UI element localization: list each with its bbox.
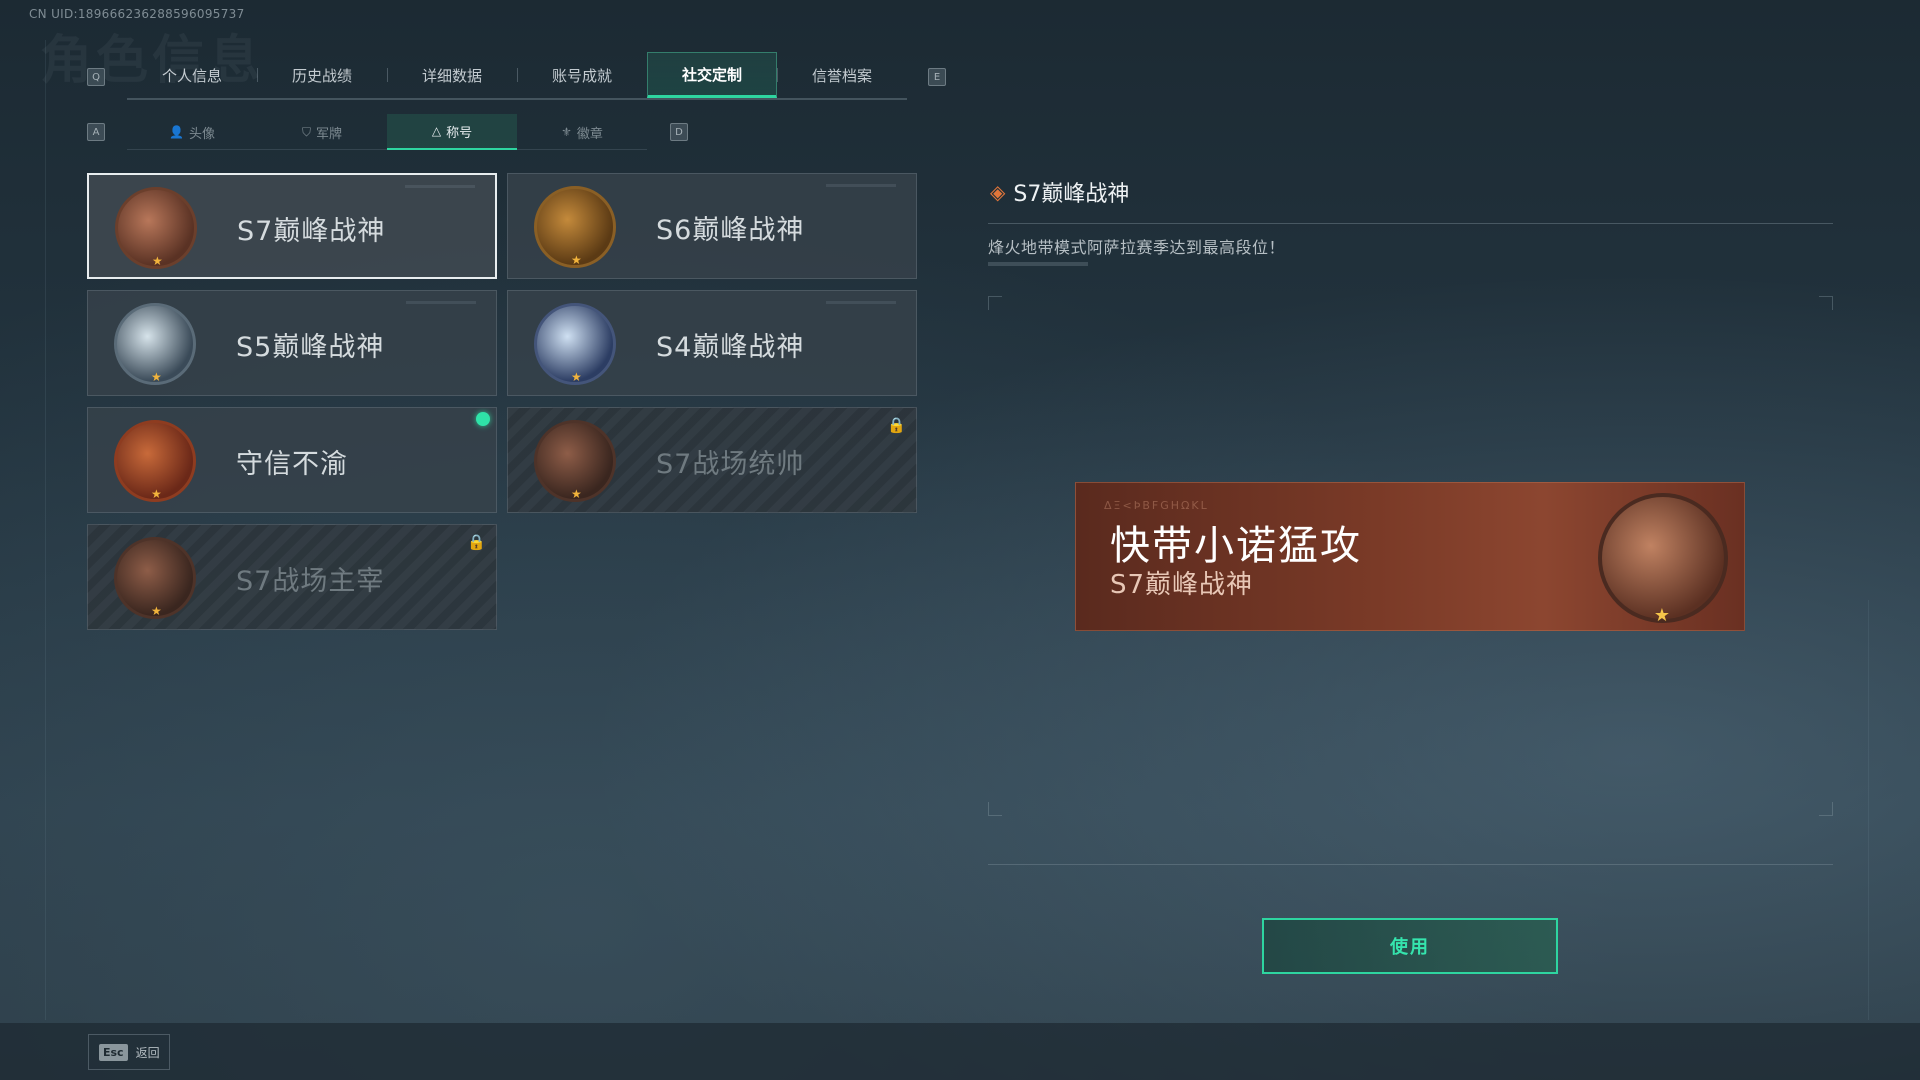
title-card-name: S4巅峰战神 — [656, 332, 805, 363]
helmet-badge-icon: ★ — [534, 303, 616, 385]
title-preview-banner: ΔΞ<ÞΒFGHΩΚL 快带小诺猛攻 S7巅峰战神 ★ — [1075, 482, 1745, 631]
detail-divider — [988, 223, 1833, 224]
title-card-name: S7巅峰战神 — [237, 216, 386, 247]
subtab-dogtag[interactable]: ⛉ 军牌 — [257, 114, 387, 150]
tab-detailed-data[interactable]: 详细数据 — [387, 52, 517, 98]
main-tabs: 个人信息 历史战绩 详细数据 账号成就 社交定制 信誉档案 — [127, 52, 907, 100]
lock-icon: 🔒 — [467, 533, 486, 551]
tab-personal-info[interactable]: 个人信息 — [127, 52, 257, 98]
diamond-icon: ◈ — [990, 180, 1006, 204]
star-icon: ★ — [571, 253, 582, 267]
detail-bottom-divider — [988, 864, 1833, 865]
decor-line-right — [1868, 600, 1869, 1020]
subtab-avatar-label: 头像 — [188, 126, 215, 142]
tab-achievements[interactable]: 账号成就 — [517, 52, 647, 98]
skull-mask-badge-icon: ★ — [114, 303, 196, 385]
star-icon: ★ — [1653, 605, 1670, 626]
card-decor — [826, 184, 896, 187]
detail-title-text: S7巅峰战神 — [1013, 182, 1130, 207]
title-card-name: S5巅峰战神 — [236, 332, 385, 363]
lock-icon: 🔒 — [887, 416, 906, 434]
gun-badge-icon — [1598, 493, 1728, 623]
preview-title: S7巅峰战神 — [1110, 570, 1254, 600]
tab-match-history[interactable]: 历史战绩 — [257, 52, 387, 98]
back-label: 返回 — [135, 1045, 160, 1060]
title-card-s5-peak[interactable]: ★ S5巅峰战神 — [87, 290, 497, 396]
star-icon: ★ — [151, 487, 162, 501]
subtab-next-key-hint[interactable]: D — [670, 123, 688, 141]
detail-decor-bar — [988, 262, 1088, 266]
triangle-icon: △ — [431, 124, 442, 138]
vehicle-badge-icon: ★ — [534, 420, 616, 502]
subtab-dogtag-label: 军牌 — [316, 126, 343, 142]
star-icon: ★ — [151, 370, 162, 384]
frame-corner — [988, 802, 1002, 816]
subtab-prev-key-hint[interactable]: A — [87, 123, 105, 141]
subtab-emblem[interactable]: ⚜ 徽章 — [517, 114, 647, 150]
card-decor — [406, 301, 476, 304]
soldier-badge-icon: ★ — [114, 537, 196, 619]
tab-prev-key-hint[interactable]: Q — [87, 68, 105, 86]
esc-key-hint: Esc — [99, 1043, 128, 1061]
t-emblem-badge-icon: ★ — [534, 186, 616, 268]
equipped-indicator — [476, 412, 490, 426]
detail-description: 烽火地带模式阿萨拉赛季达到最高段位！ — [988, 238, 1286, 257]
star-icon: ★ — [151, 604, 162, 618]
title-card-s6-peak[interactable]: ★ S6巅峰战神 — [507, 173, 917, 279]
frame-corner — [988, 296, 1002, 310]
decor-line-left — [45, 40, 46, 1020]
title-card-name: 守信不渝 — [236, 449, 348, 480]
card-decor — [826, 301, 896, 304]
preview-player-name: 快带小诺猛攻 — [1110, 523, 1362, 569]
preview-glyphs: ΔΞ<ÞΒFGHΩΚL — [1104, 499, 1209, 512]
gun-badge-icon: ★ — [115, 187, 197, 269]
subtab-title[interactable]: △ 称号 — [387, 114, 517, 150]
subtab-emblem-label: 徽章 — [576, 126, 603, 142]
frame-corner — [1819, 802, 1833, 816]
title-card-s7-peak[interactable]: ★ S7巅峰战神 — [87, 173, 497, 279]
back-button[interactable]: Esc 返回 — [88, 1034, 170, 1070]
star-icon: ★ — [571, 487, 582, 501]
title-card-s7-commander[interactable]: 🔒 ★ S7战场统帅 — [507, 407, 917, 513]
scales-badge-icon: ★ — [114, 420, 196, 502]
person-icon: 👤 — [169, 125, 184, 139]
title-card-name: S7战场统帅 — [656, 449, 805, 480]
detail-title: ◈ S7巅峰战神 — [990, 176, 1129, 208]
emblem-icon: ⚜ — [561, 125, 572, 139]
dogtag-icon: ⛉ — [301, 124, 311, 139]
star-icon: ★ — [571, 370, 582, 384]
subtab-title-label: 称号 — [446, 125, 473, 141]
footer-bar — [0, 1023, 1920, 1080]
tab-next-key-hint[interactable]: E — [928, 68, 946, 86]
sub-tabs: 👤 头像 ⛉ 军牌 △ 称号 ⚜ 徽章 — [127, 114, 647, 150]
title-card-s4-peak[interactable]: ★ S4巅峰战神 — [507, 290, 917, 396]
use-button[interactable]: 使用 — [1262, 918, 1558, 974]
title-card-s7-dominator[interactable]: 🔒 ★ S7战场主宰 — [87, 524, 497, 630]
title-card-name: S6巅峰战神 — [656, 215, 805, 246]
subtab-avatar[interactable]: 👤 头像 — [127, 114, 257, 150]
tab-reputation[interactable]: 信誉档案 — [777, 52, 907, 98]
frame-corner — [1819, 296, 1833, 310]
title-card-trustworthy[interactable]: ★ 守信不渝 — [87, 407, 497, 513]
tab-social-customization[interactable]: 社交定制 — [647, 52, 777, 98]
star-icon: ★ — [152, 254, 163, 268]
card-decor — [405, 185, 475, 188]
title-card-name: S7战场主宰 — [236, 566, 385, 597]
